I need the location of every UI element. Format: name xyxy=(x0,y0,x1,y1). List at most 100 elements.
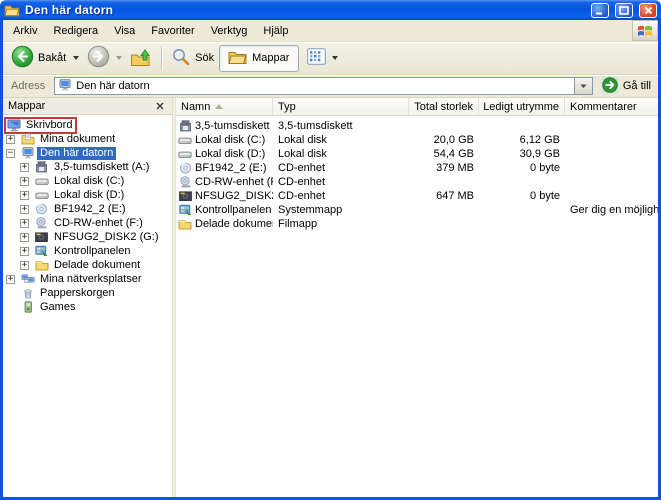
menu-redigera[interactable]: Redigera xyxy=(45,20,106,41)
column-header-typ[interactable]: Typ xyxy=(273,98,409,115)
file-name-cell[interactable]: Lokal disk (D:) xyxy=(176,148,273,161)
tree-item-bf1942-2-e[interactable]: + BF1942_2 (E:) xyxy=(3,202,172,216)
file-row-lokal-disk-d[interactable]: Lokal disk (D:)Lokal disk54,4 GB30,9 GB xyxy=(176,147,658,161)
shared-folder-icon xyxy=(178,218,192,231)
hdd-icon xyxy=(178,148,192,161)
total-size-cell: 20,0 GB xyxy=(409,134,479,147)
games-folder-icon xyxy=(20,301,35,314)
expand-expander-icon[interactable]: + xyxy=(20,177,29,186)
file-name-label: NFSUG2_DISK2 (G:) xyxy=(195,190,273,203)
up-button[interactable] xyxy=(126,44,156,73)
views-icon xyxy=(307,48,326,68)
expand-expander-icon[interactable]: + xyxy=(6,135,15,144)
menu-arkiv[interactable]: Arkiv xyxy=(5,20,45,41)
tree-item-cd-rw-enhet-f[interactable]: +CD-RW-enhet (F:) xyxy=(3,216,172,230)
sidebar-close-icon[interactable] xyxy=(153,100,167,113)
file-row-nfsug2-disk2-g[interactable]: NFSUG2_DISK2 (G:)CD-enhet647 MB0 byte xyxy=(176,189,658,203)
views-dropdown-caret[interactable] xyxy=(332,56,338,60)
tree-item-lokal-disk-d[interactable]: + Lokal disk (D:) xyxy=(3,188,172,202)
column-label: Namn xyxy=(181,101,210,113)
column-header-ledigt-utrymme[interactable]: Ledigt utrymme xyxy=(479,98,565,115)
tree-item-papperskorgen[interactable]: Papperskorgen xyxy=(3,286,172,300)
file-row-delade-dokument[interactable]: Delade dokumentFilmapp xyxy=(176,217,658,231)
collapse-expander-icon[interactable]: − xyxy=(6,149,15,158)
file-name-cell[interactable]: 3,5-tumsdiskett (... xyxy=(176,120,273,133)
explorer-window: Den här datorn Arkiv Redigera Visa Favor… xyxy=(0,0,661,500)
forward-button[interactable] xyxy=(83,43,126,73)
file-type-cell: CD-enhet xyxy=(273,162,409,175)
address-value: Den här datorn xyxy=(76,80,149,92)
column-header-kommentarer[interactable]: Kommentarer xyxy=(565,98,658,115)
folder-tree: Skrivbord + Mina dokument−Den här datorn+3… xyxy=(3,115,172,314)
file-name-cell[interactable]: Lokal disk (C:) xyxy=(176,134,273,147)
expand-expander-icon[interactable]: + xyxy=(6,275,15,284)
back-dropdown-caret[interactable] xyxy=(73,56,79,60)
file-name-cell[interactable]: BF1942_2 (E:) xyxy=(176,162,273,175)
hdd-icon xyxy=(34,189,49,202)
expand-expander-icon[interactable]: + xyxy=(20,191,29,200)
file-row-bf1942-2-e[interactable]: BF1942_2 (E:)CD-enhet379 MB0 byte xyxy=(176,161,658,175)
tree-item-nfsug2-disk2-g[interactable]: + NFSUG2_DISK2 (G:) xyxy=(3,230,172,244)
up-folder-icon xyxy=(130,46,152,71)
column-header-total-storlek[interactable]: Total storlek xyxy=(409,98,479,115)
menu-favoriter[interactable]: Favoriter xyxy=(143,20,202,41)
tree-item-den-h-r-datorn[interactable]: −Den här datorn xyxy=(3,146,172,160)
tree-item-lokal-disk-c[interactable]: +Lokal disk (C:) xyxy=(3,174,172,188)
tree-item-label: Mina dokument xyxy=(37,133,118,146)
tree-item-games[interactable]: Games xyxy=(3,300,172,314)
cd-drive-icon xyxy=(34,217,49,230)
tree-item-box: BF1942_2 (E:) xyxy=(34,203,129,216)
tree-item-delade-dokument[interactable]: +Delade dokument xyxy=(3,258,172,272)
tree-item-box: Lokal disk (D:) xyxy=(34,189,127,202)
tree-item-label: Skrivbord xyxy=(23,119,75,132)
tree-item-kontrollpanelen[interactable]: +Kontrollpanelen xyxy=(3,244,172,258)
search-button[interactable]: Sök xyxy=(167,45,219,72)
column-header-namn[interactable]: Namn xyxy=(176,98,273,115)
minimize-button[interactable] xyxy=(591,3,609,18)
tree-item-3-5-tumsdiskett-a[interactable]: +3,5-tumsdiskett (A:) xyxy=(3,160,172,174)
file-name-cell[interactable]: Delade dokument xyxy=(176,218,273,231)
expand-expander-icon[interactable]: + xyxy=(20,261,29,270)
forward-dropdown-caret[interactable] xyxy=(116,56,122,60)
file-row-lokal-disk-c[interactable]: Lokal disk (C:)Lokal disk20,0 GB6,12 GB xyxy=(176,133,658,147)
file-name-cell[interactable]: NFSUG2_DISK2 (G:) xyxy=(176,190,273,203)
title-bar[interactable]: Den här datorn xyxy=(0,0,661,20)
menu-verktyg[interactable]: Verktyg xyxy=(203,20,256,41)
go-button[interactable]: Gå till xyxy=(598,76,654,97)
expand-expander-icon[interactable]: + xyxy=(20,205,29,214)
tree-item-mina-dokument[interactable]: + Mina dokument xyxy=(3,132,172,146)
back-button[interactable]: Bakåt xyxy=(7,43,83,73)
file-name-label: Lokal disk (D:) xyxy=(195,148,265,161)
maximize-button[interactable] xyxy=(615,3,633,18)
file-row-cd-rw-enhet-f[interactable]: CD-RW-enhet (F:)CD-enhet xyxy=(176,175,658,189)
tree-item-label: NFSUG2_DISK2 (G:) xyxy=(51,231,162,244)
file-name-label: Delade dokument xyxy=(195,218,273,231)
file-name-label: Kontrollpanelen xyxy=(195,204,271,217)
expand-expander-icon[interactable]: + xyxy=(20,233,29,242)
views-button[interactable] xyxy=(303,46,342,70)
file-name-label: BF1942_2 (E:) xyxy=(195,162,267,175)
address-combo[interactable]: Den här datorn xyxy=(54,77,593,95)
menu-visa[interactable]: Visa xyxy=(106,20,143,41)
file-type-cell: CD-enhet xyxy=(273,176,409,189)
expand-expander-icon[interactable]: + xyxy=(20,219,29,228)
file-row-kontrollpanelen[interactable]: KontrollpanelenSystemmappGer dig en möjl… xyxy=(176,203,658,217)
tree-item-mina-n-tverksplatser[interactable]: +Mina nätverksplatser xyxy=(3,272,172,286)
file-name-cell[interactable]: Kontrollpanelen xyxy=(176,204,273,217)
tree-expander-slot: + xyxy=(6,135,20,144)
close-button[interactable] xyxy=(639,3,657,18)
my-documents-icon xyxy=(20,133,35,146)
address-dropdown-button[interactable] xyxy=(574,78,592,94)
tree-expander-slot: + xyxy=(20,233,34,242)
file-name-cell[interactable]: CD-RW-enhet (F:) xyxy=(176,176,273,189)
tree-item-skrivbord[interactable]: Skrivbord xyxy=(3,118,172,132)
comment-cell: Ger dig en möjlighet... xyxy=(565,204,658,217)
menu-hjalp[interactable]: Hjälp xyxy=(255,20,296,41)
expand-expander-icon[interactable]: + xyxy=(20,163,29,172)
expand-expander-icon[interactable]: + xyxy=(20,247,29,256)
forward-icon xyxy=(87,45,110,71)
total-size-cell: 54,4 GB xyxy=(409,148,479,161)
folders-button[interactable]: Mappar xyxy=(219,45,299,72)
file-list-body: 3,5-tumsdiskett (...3,5-tumsdiskettLokal… xyxy=(176,116,658,231)
file-row-3-5-tumsdiskett[interactable]: 3,5-tumsdiskett (...3,5-tumsdiskett xyxy=(176,119,658,133)
